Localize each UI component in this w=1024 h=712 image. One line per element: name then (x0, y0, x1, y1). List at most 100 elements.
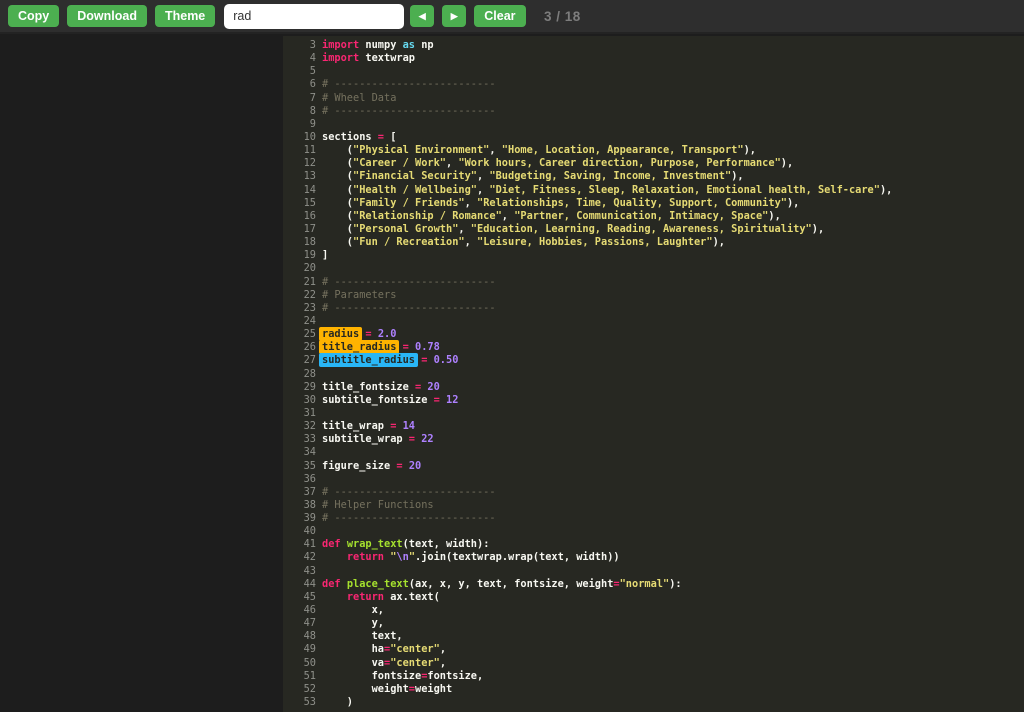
line-number: 53 (283, 696, 322, 709)
code-token: sections (322, 131, 378, 143)
code-token: # -------------------------- (322, 78, 496, 90)
code-line: 41def wrap_text(text, width): (283, 538, 1024, 551)
code-token: textwrap (359, 52, 415, 64)
code-token: 2.0 (378, 328, 397, 340)
code-line: 44def place_text(ax, x, y, text, fontsiz… (283, 578, 1024, 591)
code-token: ( (322, 184, 353, 196)
code-line: 29title_fontsize = 20 (283, 381, 1024, 394)
line-number: 22 (283, 289, 322, 302)
code-token: , (477, 184, 489, 196)
code-token: 20 (427, 381, 439, 393)
code-line: 9 (283, 118, 1024, 131)
code-line: 34 (283, 446, 1024, 459)
code-token: ( (322, 197, 353, 209)
code-line: 47 y, (283, 617, 1024, 630)
code-token: "normal" (620, 578, 670, 590)
line-number: 17 (283, 223, 322, 236)
match-counter: 3 / 18 (544, 0, 581, 34)
code-token: (text, width): (403, 538, 490, 550)
line-number: 35 (283, 460, 322, 473)
code-line: 23# -------------------------- (283, 302, 1024, 315)
code-token: as (403, 39, 415, 51)
code-line: 15 ("Family / Friends", "Relationships, … (283, 197, 1024, 210)
search-input[interactable] (224, 4, 404, 29)
line-number: 34 (283, 446, 322, 459)
code-token: "center" (390, 657, 440, 669)
code-token: .join(textwrap.wrap(text, width)) (415, 551, 620, 563)
code-line: 37# -------------------------- (283, 486, 1024, 499)
line-number: 14 (283, 184, 322, 197)
search-match-highlight: radius (319, 327, 362, 341)
code-token (322, 591, 347, 603)
code-token: , (446, 157, 458, 169)
code-token: "Financial Security" (353, 170, 477, 182)
code-token: "Fun / Recreation" (353, 236, 465, 248)
code-line: 5 (283, 65, 1024, 78)
code-token: , (465, 197, 477, 209)
line-number: 4 (283, 52, 322, 65)
line-number: 7 (283, 92, 322, 105)
search-match-current: subtitle_radius (319, 353, 418, 367)
code-line: 20 (283, 262, 1024, 275)
next-match-button[interactable]: ▶ (442, 5, 466, 27)
code-line: 3import numpy as np (283, 39, 1024, 52)
code-token: title_wrap (322, 420, 390, 432)
code-line: 17 ("Personal Growth", "Education, Learn… (283, 223, 1024, 236)
prev-match-button[interactable]: ◀ (410, 5, 434, 27)
arrow-left-icon: ◀ (419, 12, 426, 21)
code-line: 4import textwrap (283, 52, 1024, 65)
code-token: ( (322, 236, 353, 248)
code-token: ), (787, 197, 799, 209)
line-number: 32 (283, 420, 322, 433)
line-number: 18 (283, 236, 322, 249)
code-editor[interactable]: 3import numpy as np4import textwrap56# -… (283, 36, 1024, 712)
code-token: \n (396, 551, 408, 563)
code-token: figure_size (322, 460, 396, 472)
line-number: 36 (283, 473, 322, 486)
code-line: 28 (283, 368, 1024, 381)
code-line: 13 ("Financial Security", "Budgeting, Sa… (283, 170, 1024, 183)
theme-button[interactable]: Theme (155, 5, 215, 27)
code-token: x, (322, 604, 384, 616)
code-token: "Health / Wellbeing" (353, 184, 477, 196)
copy-button[interactable]: Copy (8, 5, 59, 27)
code-token: # -------------------------- (322, 276, 496, 288)
code-token: title_fontsize (322, 381, 415, 393)
code-token: fontsize (322, 670, 421, 682)
code-token: ), (713, 236, 725, 248)
line-number: 49 (283, 643, 322, 656)
code-token: return (347, 551, 384, 563)
line-number: 21 (283, 276, 322, 289)
code-token: wrap_text (347, 538, 403, 550)
code-token: ), (731, 170, 743, 182)
clear-button[interactable]: Clear (474, 5, 525, 27)
code-token: "center" (390, 643, 440, 655)
line-number: 46 (283, 604, 322, 617)
line-number: 27 (283, 354, 322, 367)
line-number: 40 (283, 525, 322, 538)
code-line: 51 fontsize=fontsize, (283, 670, 1024, 683)
code-line: 48 text, (283, 630, 1024, 643)
code-token: import (322, 52, 359, 64)
code-line: 35figure_size = 20 (283, 460, 1024, 473)
line-number: 12 (283, 157, 322, 170)
code-token: 12 (446, 394, 458, 406)
line-number: 15 (283, 197, 322, 210)
code-token: [ (384, 131, 396, 143)
code-token: "Partner, Communication, Intimacy, Space… (514, 210, 768, 222)
download-button[interactable]: Download (67, 5, 147, 27)
code-token: 20 (409, 460, 421, 472)
code-line: 14 ("Health / Wellbeing", "Diet, Fitness… (283, 184, 1024, 197)
code-token: , (477, 170, 489, 182)
code-token: text, (322, 630, 403, 642)
line-number: 42 (283, 551, 322, 564)
code-token (322, 551, 347, 563)
code-token: return (347, 591, 384, 603)
code-token: np (415, 39, 434, 51)
code-line: 53 ) (283, 696, 1024, 709)
code-token: ha (322, 643, 384, 655)
line-number: 30 (283, 394, 322, 407)
line-number: 19 (283, 249, 322, 262)
code-line: 24 (283, 315, 1024, 328)
line-number: 29 (283, 381, 322, 394)
